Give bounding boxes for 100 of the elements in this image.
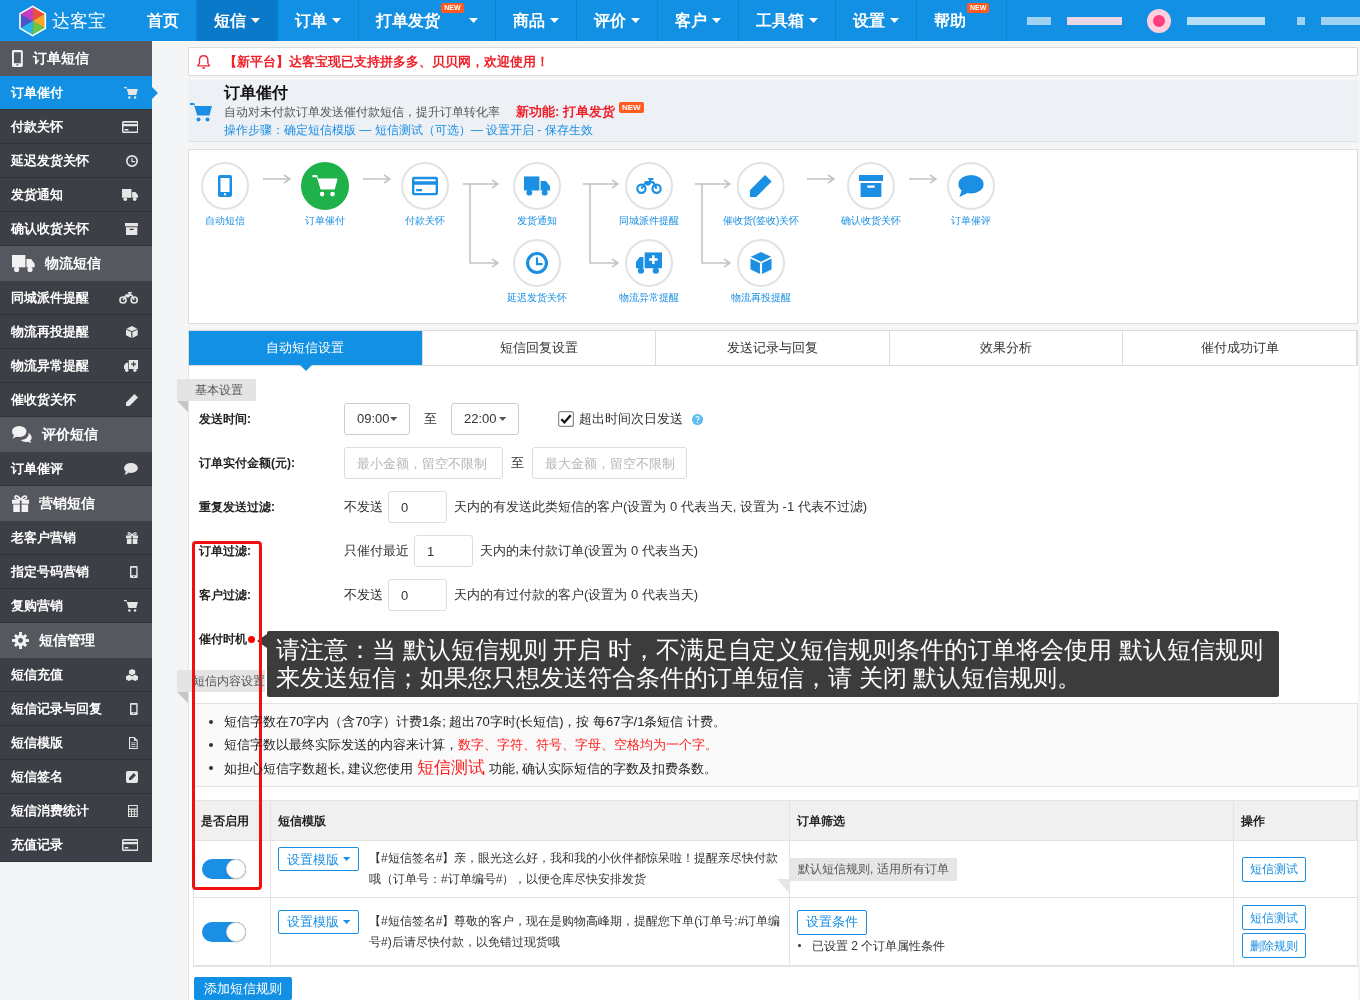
field-label: 客户过滤: [199,587,252,604]
range-separator: 至 [424,410,437,429]
cart-icon [124,599,138,612]
action-button[interactable]: 短信测试 [1242,856,1306,882]
workflow-step[interactable]: 同城派件提醒 [619,162,679,227]
calculator-icon [128,804,138,817]
column-header: 操作 [1234,801,1357,840]
section-title: 订单短信 [32,49,89,68]
section-title: 评价短信 [41,425,98,444]
steps-text: 操作步骤：确定短信模版 — 短信测试（可选）— 设置开启 - 保存生效 [224,122,593,139]
cart-icon [124,86,138,99]
number-input[interactable]: 1 [414,535,473,567]
template-text: 【#短信签名#】亲，眼光这么好，我和我的小伙伴都惊呆啦！提醒亲尽快付款哦（订单号：#订单编号#），以便仓库尽快安排发货 [369,850,780,888]
workflow-step[interactable]: 物流再投提醒 [731,239,791,304]
page-description: 自动对未付款订单发送催付款短信，提升订单转化率 [224,104,500,121]
sidebar-item[interactable]: 订单催付 [0,76,152,110]
amount-input[interactable]: 最小金额，留空不限制 [344,447,503,479]
ambulance-icon [123,359,138,372]
bullet-icon [798,944,801,947]
page-title: 订单催付 [224,83,288,103]
toggle-switch[interactable] [202,921,246,942]
section-label: 基本设置 [177,379,256,401]
checkbox[interactable] [558,411,574,427]
field-prefix: 不发送 [344,586,383,605]
action-button[interactable]: 短信测试 [1242,905,1306,930]
workflow-step[interactable]: 订单催付 [301,162,349,227]
truck-icon [12,255,35,272]
logo-text: 达客宝 [52,11,107,30]
ribbon-fold-icon [177,692,188,703]
archive-box-icon [124,222,138,235]
number-input[interactable]: 0 [388,491,447,523]
time-select[interactable]: 09:00 [344,403,410,435]
credit-card-icon [121,838,138,851]
section-title: 物流短信 [44,254,101,273]
field-hint: 天内的有发送此类短信的客户(设置为 0 代表当天, 设置为 -1 代表不过滤) [454,498,868,517]
caret-down-icon [498,417,506,421]
workflow-step[interactable]: 催收货(签收)关怀 [722,162,800,227]
workflow-step[interactable]: 延迟发货关怀 [507,239,567,304]
column-header: 是否启用 [194,801,271,840]
workflow-step[interactable]: 订单催评 [947,162,995,227]
mobile-phone-icon [130,565,138,578]
workflow-step[interactable]: 付款关怀 [401,162,449,227]
action-button[interactable]: 删除规则 [1242,933,1306,958]
field-label: 发送时间: [199,411,252,428]
nav-item[interactable]: 短信 [197,0,279,41]
help-icon[interactable] [692,413,703,425]
template-dropdown[interactable]: 设置模版 [278,909,359,934]
bell-icon [197,54,211,69]
arrow [807,174,835,184]
mobile-phone-icon [130,702,138,715]
field-label: 催付时机 [199,631,247,648]
blurred-block [1297,16,1306,25]
caret-down-icon [389,417,397,421]
cubes-icon [125,668,138,681]
template-dropdown[interactable]: 设置模版 [278,847,359,871]
amount-input[interactable]: 最大金额，留空不限制 [532,447,687,479]
document-icon [129,736,138,749]
workflow-step[interactable]: 发货通知 [513,162,561,227]
arrow [909,174,937,184]
time-select[interactable]: 22:00 [451,403,519,435]
bullet-icon [209,742,213,747]
cube-icon [126,325,138,338]
clock-icon [126,154,138,167]
blurred-block [1027,16,1052,25]
test-link[interactable]: 短信测试 [417,758,486,777]
gear-icon [12,632,29,649]
toggle-switch[interactable] [202,859,246,879]
field-label: 重复发送过滤: [199,499,276,516]
set-conditions-button[interactable]: 设置条件 [797,909,867,935]
tooltip: 请注意：当 默认短信规则 开启 时，不满足自定义短信规则条件的订单将会使用 默认短信规则来发送短信；如果您只想发送符合条件的订单短信，请 关闭 默认短信规则。 [267,631,1279,697]
template-text: 【#短信签名#】尊敬的客户，现在是购物高峰期，提醒您下单(订单号:#订单编号#)后请尽快付款，以免错过现货哦 [369,912,782,951]
condition-text: 已设置 2 个订单属性条件 [812,937,946,954]
workflow-step[interactable]: 确认收货关怀 [841,162,901,227]
field-label: 订单实付金额(元): [199,455,296,472]
gift-icon [125,531,138,544]
checkbox-label: 超出时间次日发送 [579,410,683,429]
workflow-step[interactable]: 自动短信 [201,162,249,227]
mobile-phone-icon [12,50,23,67]
gift-icon [12,495,30,512]
feature-link[interactable]: 新功能: 打单发货 [516,102,615,122]
caret-down-icon [342,919,350,924]
tab[interactable]: 自动短信设置 [189,331,423,365]
ribbon-fold-icon [177,401,188,412]
new-badge: NEW [618,101,644,113]
workflow-step[interactable]: 物流异常提醒 [619,239,679,304]
section-title: 短信管理 [39,631,95,650]
tab-pointer-icon [299,365,312,371]
field-hint: 天内的有过付款的客户(设置为 0 代表当天) [454,586,699,605]
speech-bubbles-icon [12,426,32,443]
arrow [263,174,291,184]
column-header: 短信模版 [271,801,790,840]
cart-icon [190,103,212,122]
bullet-icon [209,719,213,724]
avatar-icon [1147,8,1172,33]
number-input[interactable]: 0 [388,579,447,611]
add-rule-button[interactable]: 添加短信规则 [194,977,292,1000]
selection-pointer-icon [152,87,158,99]
pencil-icon [126,393,138,406]
tooltip-pointer-icon [257,634,267,648]
blurred-block [1067,16,1123,25]
